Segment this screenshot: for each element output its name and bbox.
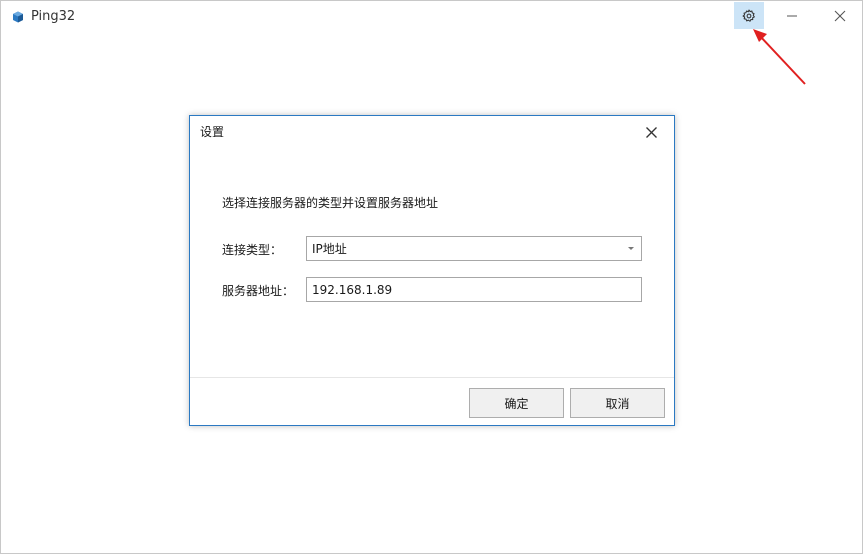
close-icon [645, 126, 657, 138]
app-window: Ping32 设置 选择连接服务器的类型并设置服务器地址 连接类型： IP地址 … [0, 0, 863, 554]
connection-type-value: IP地址 [312, 242, 347, 256]
server-address-input[interactable] [306, 277, 642, 302]
dialog-footer: 确定 取消 [190, 377, 674, 425]
settings-dialog: 设置 选择连接服务器的类型并设置服务器地址 连接类型： IP地址 服务器地址： … [189, 115, 675, 426]
cube-icon [13, 11, 23, 23]
minimize-icon [787, 15, 797, 16]
settings-button[interactable] [734, 2, 764, 29]
dialog-close-button[interactable] [638, 120, 664, 144]
dialog-instruction: 选择连接服务器的类型并设置服务器地址 [222, 196, 439, 210]
server-address-label: 服务器地址： [222, 284, 295, 298]
chevron-down-icon [628, 247, 634, 250]
close-window-button[interactable] [825, 2, 855, 29]
dialog-title: 设置 [200, 125, 225, 139]
gear-icon [742, 9, 755, 22]
titlebar: Ping32 [1, 1, 862, 33]
connection-type-select[interactable]: IP地址 [306, 236, 642, 261]
ok-button[interactable]: 确定 [469, 388, 564, 418]
app-title: Ping32 [31, 9, 76, 24]
cancel-button[interactable]: 取消 [570, 388, 665, 418]
minimize-button[interactable] [777, 2, 807, 29]
connection-type-label: 连接类型： [222, 243, 283, 257]
close-icon [834, 10, 846, 21]
